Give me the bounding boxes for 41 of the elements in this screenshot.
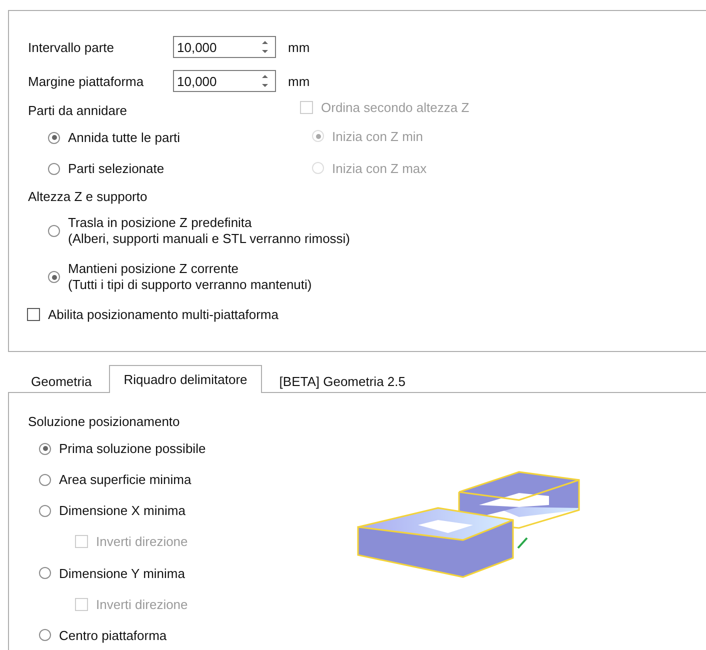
option-label: (Alberi, supporti manuali e STL verranno rimossi) — [68, 231, 350, 247]
radio-button[interactable] — [39, 474, 51, 486]
option-label: (Tutti i tipi di supporto verranno mantenuti) — [68, 277, 312, 293]
number-field[interactable]: 10,000 — [173, 70, 276, 92]
radio-button[interactable] — [48, 271, 60, 283]
radio-button[interactable] — [48, 132, 60, 144]
option-label: Inizia con Z min — [332, 128, 424, 144]
unit-label: mm — [288, 74, 310, 88]
option-label: Area superficie minima — [59, 472, 192, 488]
field-label: Intervallo parte — [28, 40, 115, 54]
radio-button[interactable] — [39, 442, 51, 455]
option-label: Mantieni posizione Z corrente — [68, 261, 240, 277]
radio-button[interactable] — [48, 162, 60, 174]
checkbox-label: Ordina secondo altezza Z — [321, 100, 470, 114]
option-label: Parti selezionate — [68, 161, 164, 176]
checkbox[interactable] — [27, 308, 40, 320]
section-label: Altezza Z e supporto — [28, 188, 148, 206]
tab[interactable]: [BETA] Geometria 2.5 — [264, 368, 420, 393]
section-label: Parti da annidare — [28, 102, 128, 120]
option-label: Dimensione X minima — [59, 503, 186, 518]
radio-button[interactable] — [39, 504, 51, 517]
checkbox-label: Inverti direzione — [96, 534, 188, 550]
option-label: Dimensione Y minima — [59, 566, 185, 581]
number-field[interactable]: 10,000 — [173, 36, 276, 58]
option-label: Prima soluzione possibile — [59, 441, 206, 456]
checkbox-label: Abilita posizionamento multi-piattaforma — [48, 306, 278, 322]
radio-button[interactable] — [48, 225, 60, 237]
unit-label: mm — [288, 40, 310, 54]
radio-button[interactable] — [39, 567, 51, 580]
option-label: Trasla in posizione Z predefinita — [68, 215, 253, 231]
option-label: Centro piattaforma — [59, 628, 167, 643]
spinner-arrows-icon[interactable] — [261, 73, 269, 89]
tab[interactable]: Geometria — [16, 368, 107, 393]
checkbox-label: Inverti direzione — [96, 596, 188, 612]
field-label: Margine piattaforma — [28, 74, 145, 88]
spinner-arrows-icon[interactable] — [261, 39, 269, 55]
option-label: Inizia con Z max — [332, 160, 427, 176]
tab[interactable]: Riquadro delimitatore — [108, 365, 262, 393]
radio-button[interactable] — [39, 629, 51, 642]
section-label: Soluzione posizionamento — [28, 413, 181, 431]
option-label: Annida tutte le parti — [68, 130, 180, 145]
